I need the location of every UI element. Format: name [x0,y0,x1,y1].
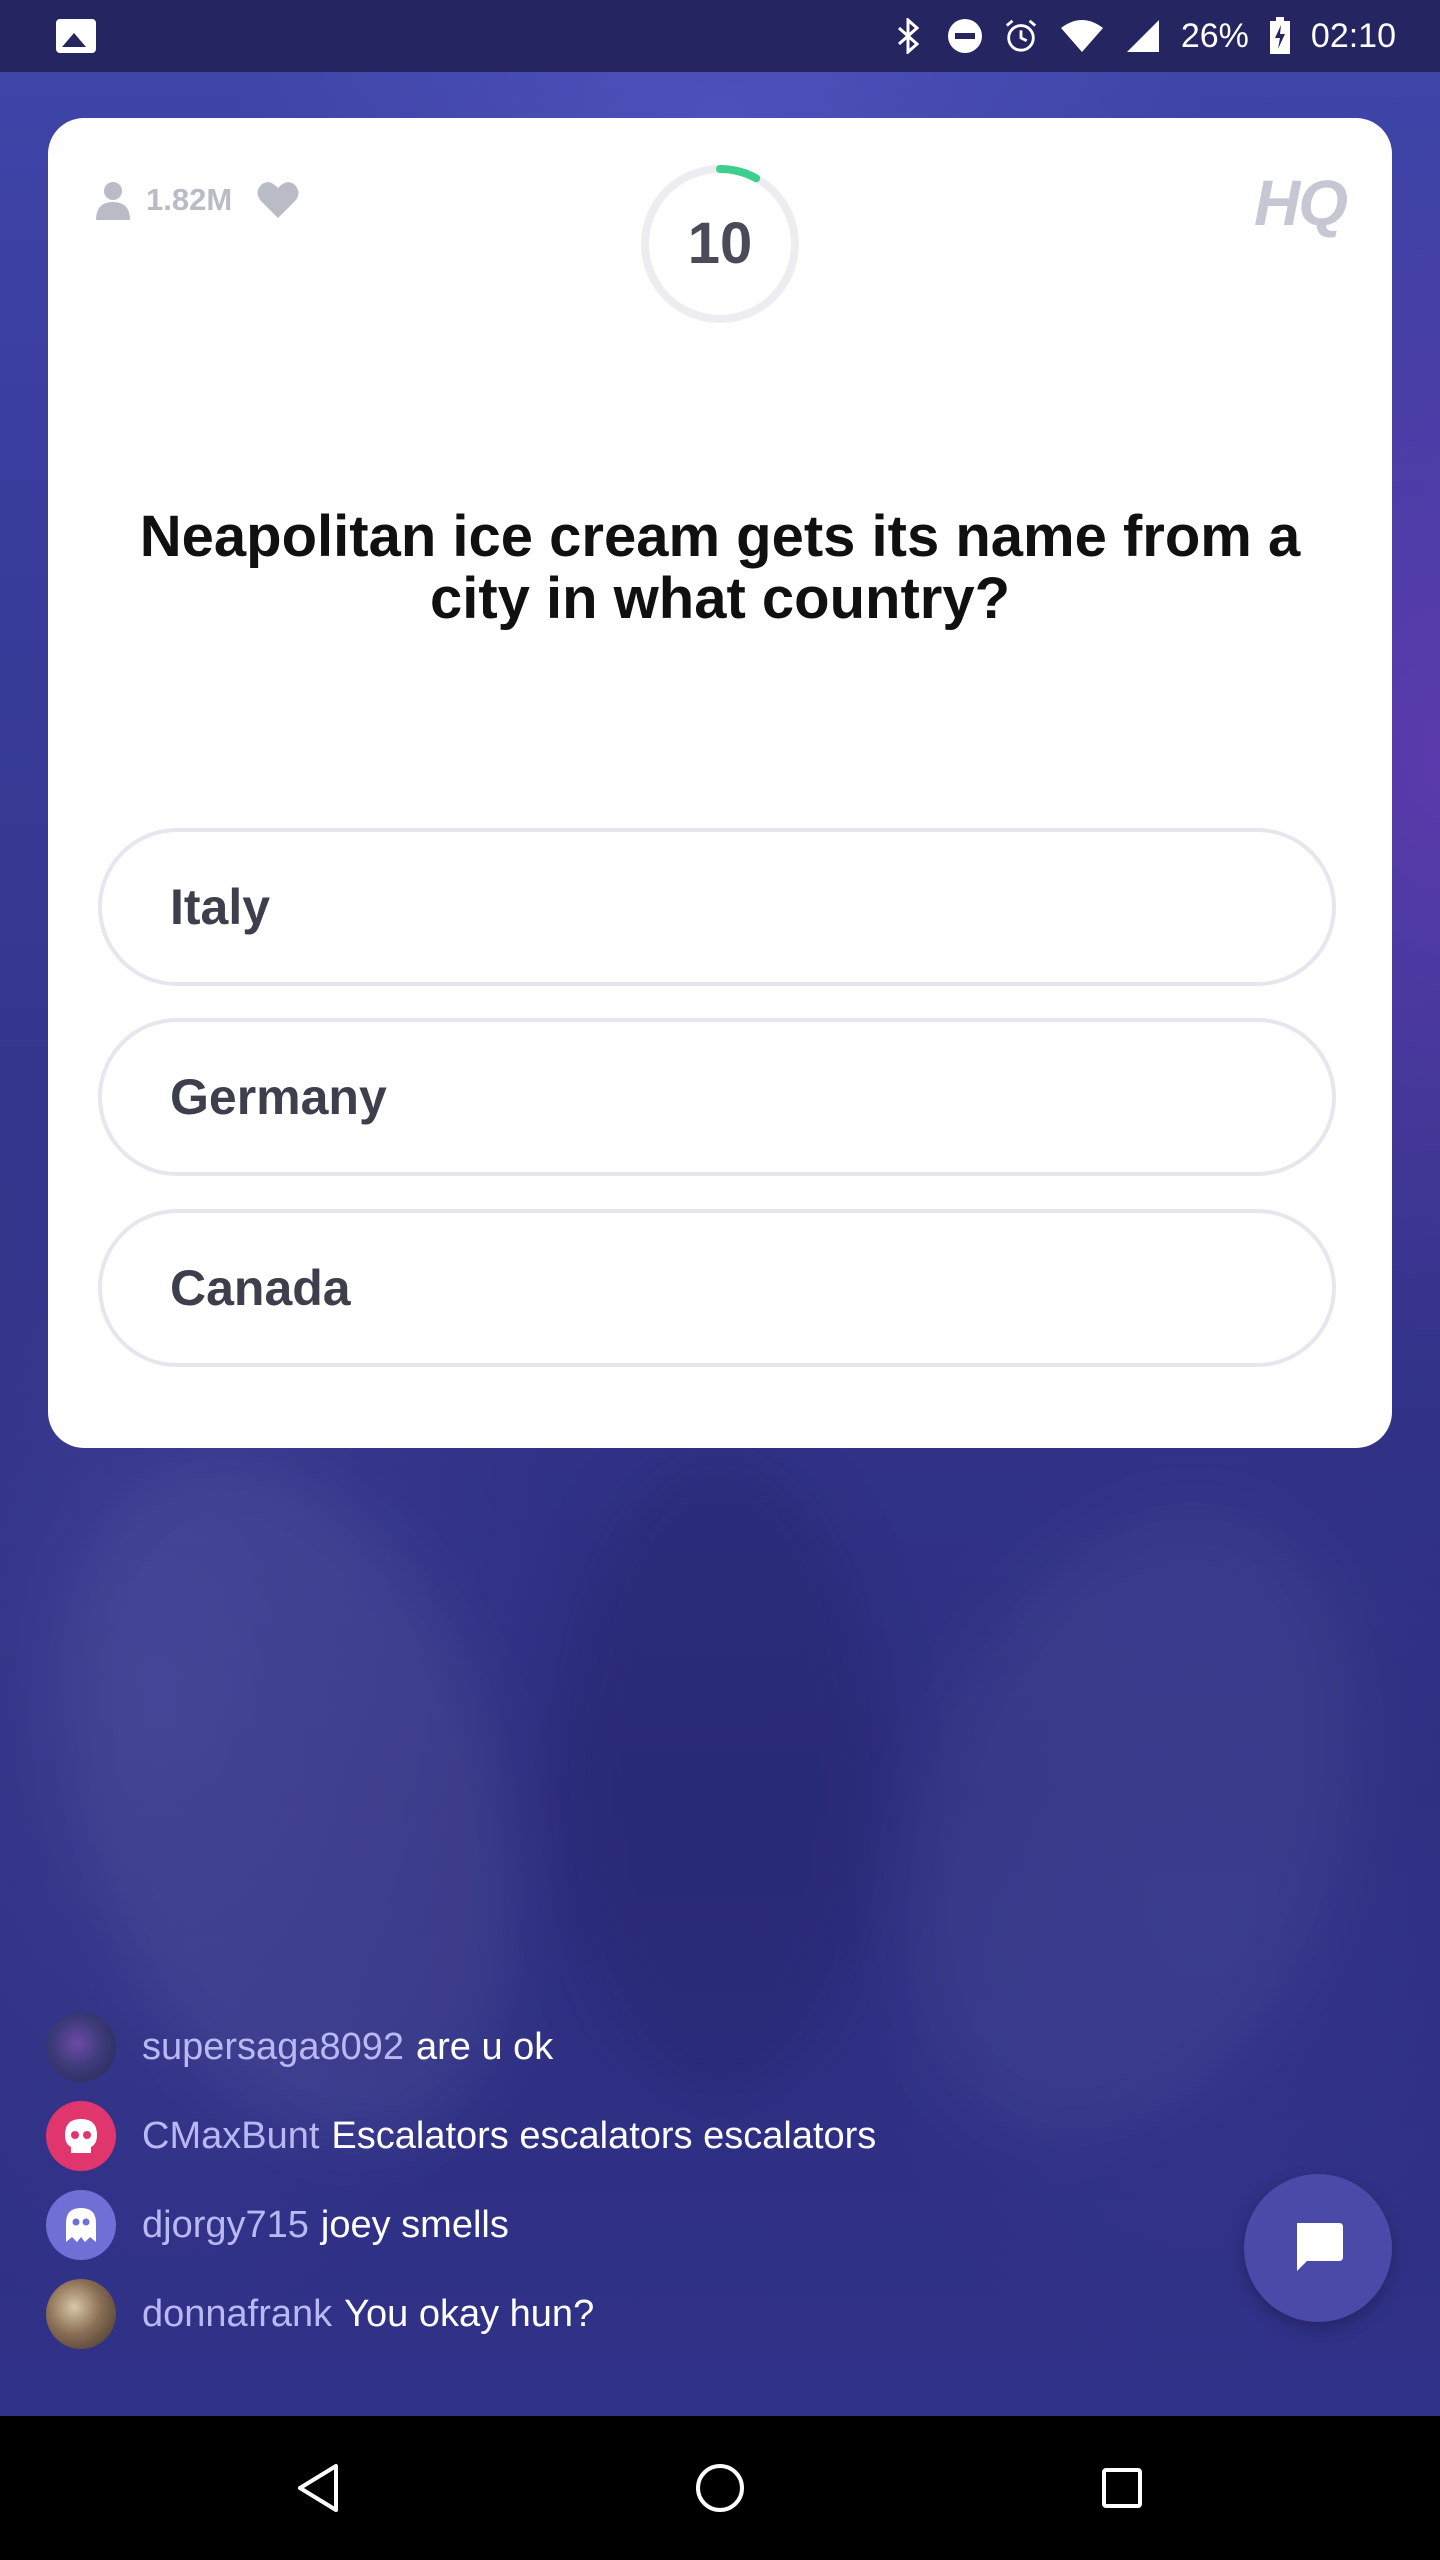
heart-icon[interactable] [256,180,300,220]
avatar [46,2279,116,2349]
battery-charging-icon [1269,17,1291,54]
clock: 02:10 [1310,16,1396,55]
back-icon [298,2464,338,2512]
chat-username[interactable]: djorgy715 [142,2204,309,2247]
home-icon [696,2464,744,2512]
answer-option-3[interactable]: Canada [98,1209,1336,1367]
background-shape [560,1450,880,2100]
chat-text: Escalators escalators escalators [331,2114,877,2157]
chat-username[interactable]: CMaxBunt [142,2115,319,2158]
chat-button[interactable] [1244,2174,1392,2322]
answer-option-1[interactable]: Italy [98,828,1336,986]
question-text: Neapolitan ice cream gets its name from … [139,504,1301,631]
chat-text: are u ok [416,2025,554,2068]
chat-message: supersaga8092 are u ok [46,2012,1196,2082]
viewer-count: 1.82M [94,180,300,220]
do-not-disturb-icon [947,18,983,54]
back-button[interactable] [288,2458,348,2518]
avatar [46,2012,116,2082]
answer-label: Canada [170,1260,351,1316]
hq-logo: HQ [1254,167,1348,239]
chat-message: djorgy715 joey smells [46,2190,1196,2260]
chat-message: donnafrank You okay hun? [46,2279,1196,2349]
recent-apps-icon [1102,2468,1142,2508]
avatar [46,2190,116,2260]
viewer-count-label: 1.82M [146,182,233,217]
chat-text: joey smells [320,2203,509,2246]
chat-username[interactable]: supersaga8092 [142,2026,404,2069]
question-card: 1.82M 10 HQ Neapolitan ice cream gets it… [48,118,1392,1448]
home-button[interactable] [690,2458,750,2518]
answer-label: Germany [170,1069,387,1125]
navigation-bar [0,2416,1440,2560]
gallery-icon [56,19,96,53]
chat-username[interactable]: donnafrank [142,2293,332,2336]
timer-number: 10 [687,211,753,276]
ghost-avatar-icon [65,2119,97,2153]
user-icon [96,182,130,220]
recent-apps-button[interactable] [1092,2458,1152,2518]
wifi-icon [1059,18,1105,54]
answer-option-2[interactable]: Germany [98,1018,1336,1176]
countdown-timer: 10 [640,164,800,324]
ghost-avatar-icon [66,2208,96,2242]
battery-percent: 26% [1180,16,1249,55]
chat-bubble-icon [1297,2223,1343,2271]
chat-feed: supersaga8092 are u ok CMaxBunt Escalato… [46,2012,1196,2368]
chat-message: CMaxBunt Escalators escalators escalator… [46,2101,1196,2171]
avatar [46,2101,116,2171]
alarm-icon [1003,18,1039,54]
bluetooth-icon [891,18,927,54]
status-bar: 26% 02:10 [0,0,1440,72]
signal-icon [1125,18,1161,54]
status-icons: 26% 02:10 [891,0,1396,72]
chat-text: You okay hun? [344,2292,595,2335]
answer-label: Italy [170,879,271,935]
